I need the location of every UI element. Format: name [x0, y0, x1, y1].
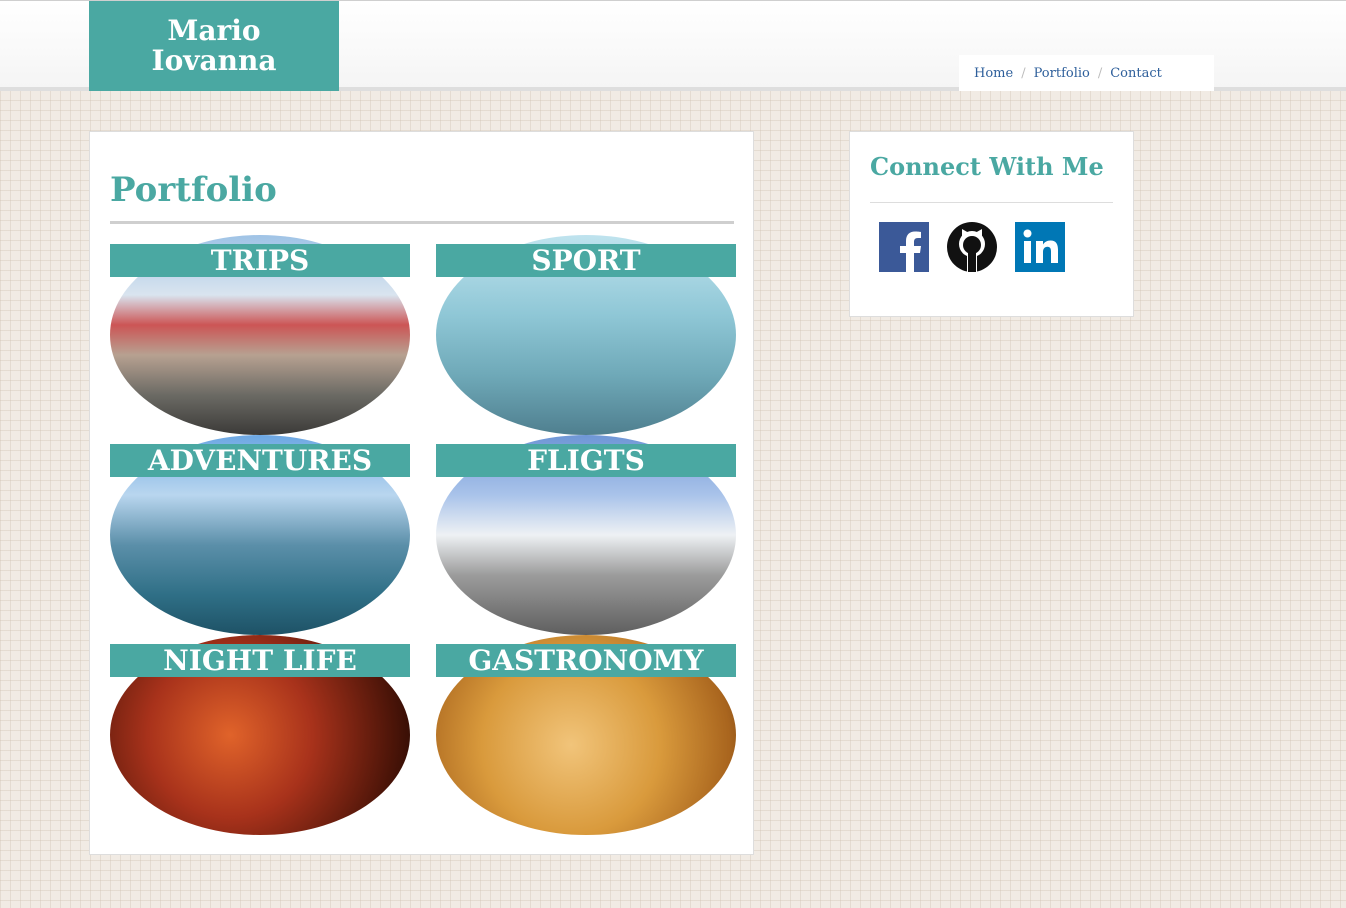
- logo-line-2: Iovanna: [151, 44, 277, 77]
- breadcrumb-separator: /: [1097, 65, 1103, 81]
- tile-label: TRIPS: [110, 244, 410, 277]
- nav-portfolio-link[interactable]: Portfolio: [1034, 66, 1090, 81]
- title-divider: [110, 221, 734, 224]
- portfolio-tile-night-life[interactable]: NIGHT LIFE: [110, 635, 410, 835]
- site-logo[interactable]: Mario Iovanna: [89, 1, 339, 91]
- facebook-icon[interactable]: [879, 222, 929, 272]
- tile-label: NIGHT LIFE: [110, 644, 410, 677]
- portfolio-tile-adventures[interactable]: ADVENTURES: [110, 435, 410, 635]
- tile-label: GASTRONOMY: [436, 644, 736, 677]
- breadcrumb-separator: /: [1021, 65, 1026, 81]
- portfolio-tile-sport[interactable]: SPORT: [436, 235, 736, 435]
- nav-contact-link[interactable]: Contact: [1110, 66, 1162, 81]
- logo-line-1: Mario: [167, 14, 261, 47]
- breadcrumb: Home / Portfolio / Contact: [959, 55, 1214, 91]
- portfolio-tile-trips[interactable]: TRIPS: [110, 235, 410, 435]
- page-title: Portfolio: [110, 170, 277, 210]
- portfolio-tile-gastronomy[interactable]: GASTRONOMY: [436, 635, 736, 835]
- linkedin-icon[interactable]: [1015, 222, 1065, 272]
- connect-divider: [870, 202, 1113, 203]
- tile-label: FLIGTS: [436, 444, 736, 477]
- connect-panel: Connect With Me: [849, 131, 1134, 317]
- portfolio-tile-fligts[interactable]: FLIGTS: [436, 435, 736, 635]
- nav-home-link[interactable]: Home: [974, 66, 1013, 81]
- site-header: Mario Iovanna Home / Portfolio / Contact: [0, 0, 1346, 91]
- connect-title: Connect With Me: [870, 152, 1104, 181]
- tile-label: SPORT: [436, 244, 736, 277]
- portfolio-panel: Portfolio TRIPS SPORT ADVENTURES FLIGTS …: [89, 131, 754, 855]
- tile-label: ADVENTURES: [110, 444, 410, 477]
- github-icon[interactable]: [947, 222, 997, 272]
